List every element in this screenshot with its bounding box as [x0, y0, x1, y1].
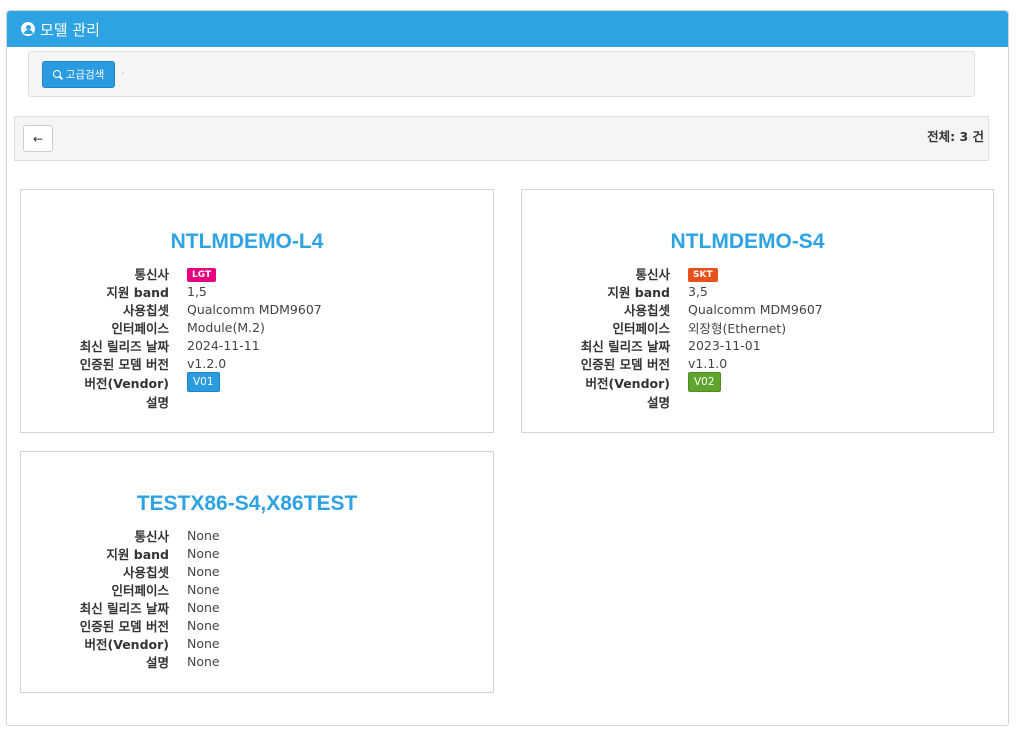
panel-header: 모델 관리 — [7, 11, 1008, 47]
page-title: 모델 관리 — [40, 20, 100, 39]
advanced-search-label: 고급검색 — [65, 69, 105, 81]
vendor-version-badge: V01 — [187, 372, 220, 392]
band-value: None — [187, 545, 220, 561]
chipset-row: 사용칩셋 None — [21, 562, 493, 580]
certified-version-row: 인증된 모뎀 버전 v1.2.0 — [21, 354, 493, 372]
interface-row: 인터페이스 None — [21, 580, 493, 598]
certified-version-row: 인증된 모뎀 버전 v1.1.0 — [522, 354, 993, 372]
model-title[interactable]: NTLMDEMO-S4 — [512, 230, 983, 254]
carrier-label: 통신사 — [635, 266, 670, 282]
vendor-version-label: 버전(Vendor) — [585, 375, 671, 391]
vendor-version-value: None — [187, 635, 220, 651]
certified-version-label: 인증된 모뎀 버전 — [580, 356, 670, 372]
release-date-label: 최신 릴리즈 날짜 — [79, 338, 169, 354]
back-button[interactable]: ← — [23, 125, 53, 152]
vendor-version-label: 버전(Vendor) — [84, 375, 170, 391]
interface-value: Module(M.2) — [187, 319, 265, 335]
band-label: 지원 band — [106, 546, 169, 562]
band-value: 3,5 — [688, 283, 708, 299]
interface-label: 인터페이스 — [612, 320, 670, 336]
vendor-version-row: 버전(Vendor) V02 — [522, 372, 993, 392]
carrier-row: 통신사 SKT — [522, 264, 993, 282]
release-date-value: None — [187, 599, 220, 615]
chipset-value: Qualcomm MDM9607 — [688, 301, 823, 317]
certified-version-label: 인증된 모뎀 버전 — [79, 356, 169, 372]
interface-label: 인터페이스 — [111, 582, 169, 598]
certified-version-value: None — [187, 617, 220, 633]
band-label: 지원 band — [106, 284, 169, 300]
certified-version-value: v1.2.0 — [187, 355, 227, 371]
chipset-label: 사용칩셋 — [122, 302, 169, 318]
chipset-label: 사용칩셋 — [122, 564, 169, 580]
model-card: TESTX86-S4,X86TEST 통신사 None 지원 band None… — [20, 451, 494, 693]
list-toolbar: ← 전체: 3 건 — [14, 116, 989, 161]
carrier-value: None — [187, 527, 220, 543]
carrier-label: 통신사 — [134, 266, 169, 282]
band-label: 지원 band — [607, 284, 670, 300]
band-row: 지원 band None — [21, 544, 493, 562]
band-row: 지원 band 1,5 — [21, 282, 493, 300]
band-value: 1,5 — [187, 283, 207, 299]
vendor-version-row: 버전(Vendor) None — [21, 634, 493, 652]
band-row: 지원 band 3,5 — [522, 282, 993, 300]
description-row: 설명 — [522, 392, 993, 410]
chipset-row: 사용칩셋 Qualcomm MDM9607 — [21, 300, 493, 318]
chipset-value: Qualcomm MDM9607 — [187, 301, 322, 317]
model-card: NTLMDEMO-L4 통신사 LGT 지원 band 1,5 사용칩셋 Qua… — [20, 189, 494, 433]
interface-row: 인터페이스 외장형(Ethernet) — [522, 318, 993, 336]
model-card: NTLMDEMO-S4 통신사 SKT 지원 band 3,5 사용칩셋 Qua… — [521, 189, 994, 433]
interface-value: 외장형(Ethernet) — [688, 320, 787, 336]
chipset-row: 사용칩셋 Qualcomm MDM9607 — [522, 300, 993, 318]
release-date-label: 최신 릴리즈 날짜 — [580, 338, 670, 354]
carrier-row: 통신사 None — [21, 526, 493, 544]
description-label: 설명 — [145, 394, 169, 410]
interface-value: None — [187, 581, 220, 597]
carrier-row: 통신사 LGT — [21, 264, 493, 282]
carrier-label: 통신사 — [134, 528, 169, 544]
certified-version-value: v1.1.0 — [688, 355, 728, 371]
vendor-version-label: 버전(Vendor) — [84, 636, 170, 652]
arrow-left-icon: ← — [32, 131, 44, 146]
release-date-row: 최신 릴리즈 날짜 2023-11-01 — [522, 336, 993, 354]
total-count: 전체: 3 건 — [927, 129, 984, 144]
model-title[interactable]: NTLMDEMO-L4 — [11, 230, 483, 254]
vendor-version-badge: V02 — [688, 372, 721, 392]
advanced-search-button[interactable]: 고급검색 — [42, 61, 115, 88]
user-circle-icon — [21, 22, 35, 36]
description-value: None — [187, 653, 220, 669]
description-label: 설명 — [145, 654, 169, 670]
release-date-label: 최신 릴리즈 날짜 — [79, 600, 169, 616]
model-title[interactable]: TESTX86-S4,X86TEST — [11, 492, 483, 516]
release-date-row: 최신 릴리즈 날짜 None — [21, 598, 493, 616]
description-row: 설명 — [21, 392, 493, 410]
carrier-badge: SKT — [688, 267, 718, 282]
vendor-version-row: 버전(Vendor) V01 — [21, 372, 493, 392]
search-icon — [52, 69, 63, 80]
chipset-label: 사용칩셋 — [623, 302, 670, 318]
release-date-row: 최신 릴리즈 날짜 2024-11-11 — [21, 336, 493, 354]
release-date-value: 2023-11-01 — [688, 337, 761, 353]
release-date-value: 2024-11-11 — [187, 337, 260, 353]
interface-label: 인터페이스 — [111, 320, 169, 336]
description-label: 설명 — [646, 394, 670, 410]
certified-version-label: 인증된 모뎀 버전 — [79, 618, 169, 634]
interface-row: 인터페이스 Module(M.2) — [21, 318, 493, 336]
search-box: 고급검색 — [28, 51, 975, 97]
carrier-badge: LGT — [187, 267, 217, 282]
search-divider — [122, 72, 124, 74]
chipset-value: None — [187, 563, 220, 579]
description-row: 설명 None — [21, 652, 493, 670]
certified-version-row: 인증된 모뎀 버전 None — [21, 616, 493, 634]
